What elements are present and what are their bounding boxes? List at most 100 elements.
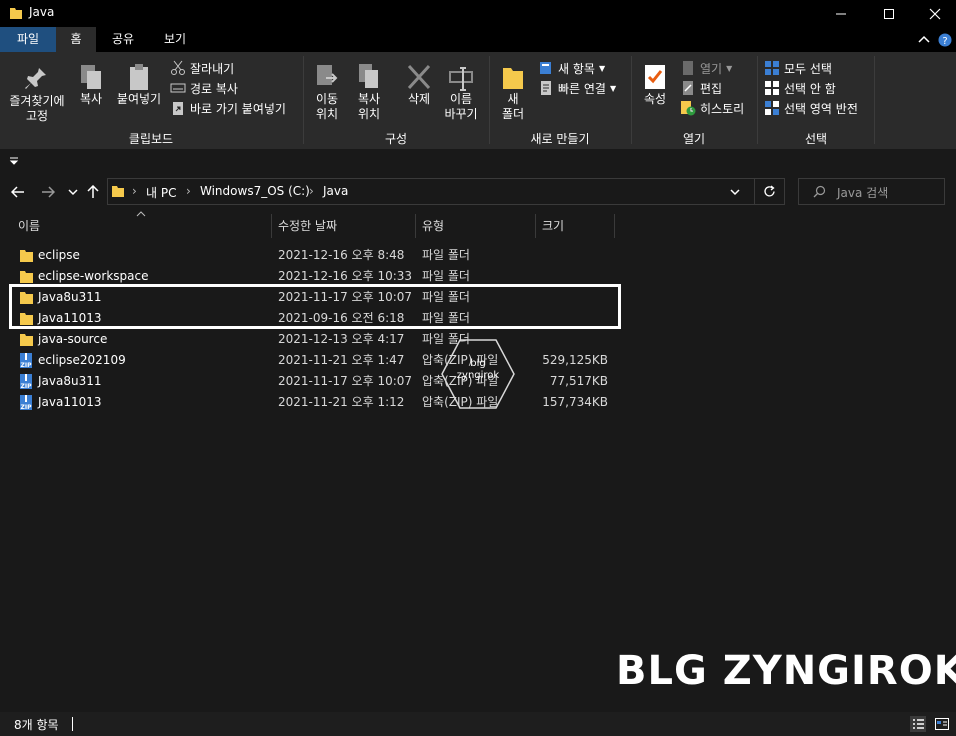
copy-to-label: 복사 위치: [357, 92, 381, 121]
open-button[interactable]: 열기 ▼: [680, 58, 744, 78]
folder-icon: [19, 332, 34, 347]
rename-icon: [448, 62, 474, 92]
select-all-label: 모두 선택: [784, 61, 832, 76]
back-button[interactable]: [8, 180, 28, 204]
delete-button[interactable]: 삭제: [400, 58, 438, 107]
select-all-icon: [764, 60, 780, 76]
copy-label: 복사: [79, 92, 103, 106]
properties-button[interactable]: 속성: [636, 58, 674, 107]
file-size: [538, 245, 608, 266]
copy-to-icon: [356, 62, 382, 92]
select-none-label: 선택 안 함: [784, 81, 836, 96]
file-row[interactable]: ZIP Java11013 2021-11-21 오후 1:12 압축(ZIP)…: [14, 392, 614, 413]
paste-button[interactable]: 붙여넣기: [112, 58, 166, 107]
column-divider[interactable]: [614, 214, 615, 238]
details-view-button[interactable]: [910, 716, 926, 732]
group-label-organize: 구성: [384, 132, 408, 146]
column-divider[interactable]: [415, 214, 416, 238]
paste-shortcut-label: 바로 가기 붙여넣기: [190, 101, 286, 116]
new-folder-label: 새 폴더: [501, 92, 525, 121]
help-button[interactable]: ?: [938, 33, 952, 47]
chevron-down-icon: [730, 189, 740, 196]
cut-button[interactable]: 잘라내기: [170, 58, 286, 78]
search-box[interactable]: Java 검색: [798, 178, 945, 205]
watermark-badge-line1: blg: [470, 358, 486, 369]
status-divider: [72, 717, 73, 731]
column-header-date[interactable]: 수정한 날짜: [278, 216, 337, 238]
edit-button[interactable]: 편집: [680, 78, 744, 98]
chevron-down-icon: [68, 189, 78, 196]
new-folder-button[interactable]: 새 폴더: [494, 58, 532, 122]
folder-icon: [111, 184, 125, 198]
tab-view[interactable]: 보기: [150, 27, 200, 52]
file-row[interactable]: ZIP eclipse202109 2021-11-21 오후 1:47 압축(…: [14, 350, 614, 371]
recent-locations-button[interactable]: [63, 180, 83, 204]
breadcrumb-item[interactable]: Java: [323, 184, 348, 198]
file-date: 2021-11-17 오후 10:07: [278, 374, 413, 388]
folder-icon: [9, 6, 23, 20]
easy-access-button[interactable]: 빠른 연결 ▼: [538, 78, 616, 98]
invert-selection-button[interactable]: 선택 영역 반전: [764, 98, 858, 118]
forward-button[interactable]: [38, 180, 58, 204]
paste-shortcut-button[interactable]: 바로 가기 붙여넣기: [170, 98, 286, 118]
file-name: eclipse202109: [38, 353, 126, 367]
file-date: 2021-11-21 오후 1:47: [278, 353, 405, 367]
file-size: 77,517KB: [549, 374, 608, 388]
close-button[interactable]: [912, 0, 956, 27]
select-all-button[interactable]: 모두 선택: [764, 58, 858, 78]
large-icons-view-button[interactable]: [934, 716, 950, 732]
copy-to-button[interactable]: 복사 위치: [350, 58, 388, 122]
minimize-button[interactable]: [818, 0, 864, 27]
paste-label: 붙여넣기: [116, 92, 162, 106]
tab-home[interactable]: 홈: [56, 27, 96, 52]
file-row[interactable]: eclipse 2021-12-16 오후 8:48 파일 폴더: [14, 245, 614, 266]
maximize-button[interactable]: [866, 0, 912, 27]
history-label: 히스토리: [700, 101, 745, 116]
easy-access-label: 빠른 연결: [558, 81, 606, 96]
column-header-name[interactable]: 이름: [18, 216, 40, 238]
collapse-ribbon-button[interactable]: [918, 34, 930, 44]
watermark-badge-line2: zyngirok: [456, 370, 500, 381]
address-dropdown-button[interactable]: [730, 188, 740, 196]
paste-shortcut-icon: [170, 100, 186, 116]
history-button[interactable]: 히스토리: [680, 98, 744, 118]
breadcrumb-item[interactable]: Windows7_OS (C:): [200, 184, 310, 198]
address-bar[interactable]: › 내 PC › Windows7_OS (C:) › Java: [107, 178, 785, 205]
refresh-button[interactable]: [763, 185, 776, 198]
folder-icon: [19, 248, 34, 263]
file-row[interactable]: ZIP Java8u311 2021-11-17 오후 10:07 압축(ZIP…: [14, 371, 614, 392]
copy-path-button[interactable]: 경로 복사: [170, 78, 286, 98]
search-placeholder: Java 검색: [837, 186, 889, 200]
easy-access-icon: [538, 80, 554, 96]
file-date: 2021-11-21 오후 1:12: [278, 395, 405, 409]
select-none-button[interactable]: 선택 안 함: [764, 78, 858, 98]
highlight-box: [9, 284, 621, 329]
up-button[interactable]: [83, 180, 103, 204]
tab-file[interactable]: 파일: [0, 27, 56, 52]
column-header-size[interactable]: 크기: [542, 216, 564, 238]
copy-path-icon: [170, 80, 186, 96]
title-bar: Java: [0, 0, 956, 27]
pin-quick-access-button[interactable]: 즐겨찾기에 고정: [4, 58, 70, 124]
svg-text:?: ?: [942, 36, 947, 47]
ribbon-separator: [874, 56, 875, 144]
svg-text:ZIP: ZIP: [21, 362, 33, 369]
file-name: java-source: [38, 332, 108, 346]
move-to-icon: [314, 62, 340, 92]
new-item-button[interactable]: 새 항목 ▼: [538, 58, 616, 78]
breadcrumb-item[interactable]: 내 PC: [146, 184, 176, 201]
column-divider[interactable]: [271, 214, 272, 238]
delete-icon: [406, 62, 432, 92]
column-header-type[interactable]: 유형: [422, 216, 444, 238]
column-divider[interactable]: [535, 214, 536, 238]
file-name: eclipse: [38, 248, 80, 262]
move-to-button[interactable]: 이동 위치: [308, 58, 346, 122]
customize-qat-button[interactable]: [9, 157, 19, 165]
copy-button[interactable]: 복사: [74, 58, 108, 107]
scissors-icon: [170, 60, 186, 76]
large-icons-view-icon: [935, 718, 949, 730]
customize-icon: [9, 157, 19, 165]
file-row[interactable]: java-source 2021-12-13 오후 4:17 파일 폴더: [14, 329, 614, 350]
rename-button[interactable]: 이름 바꾸기: [442, 58, 480, 122]
tab-share[interactable]: 공유: [100, 27, 146, 52]
